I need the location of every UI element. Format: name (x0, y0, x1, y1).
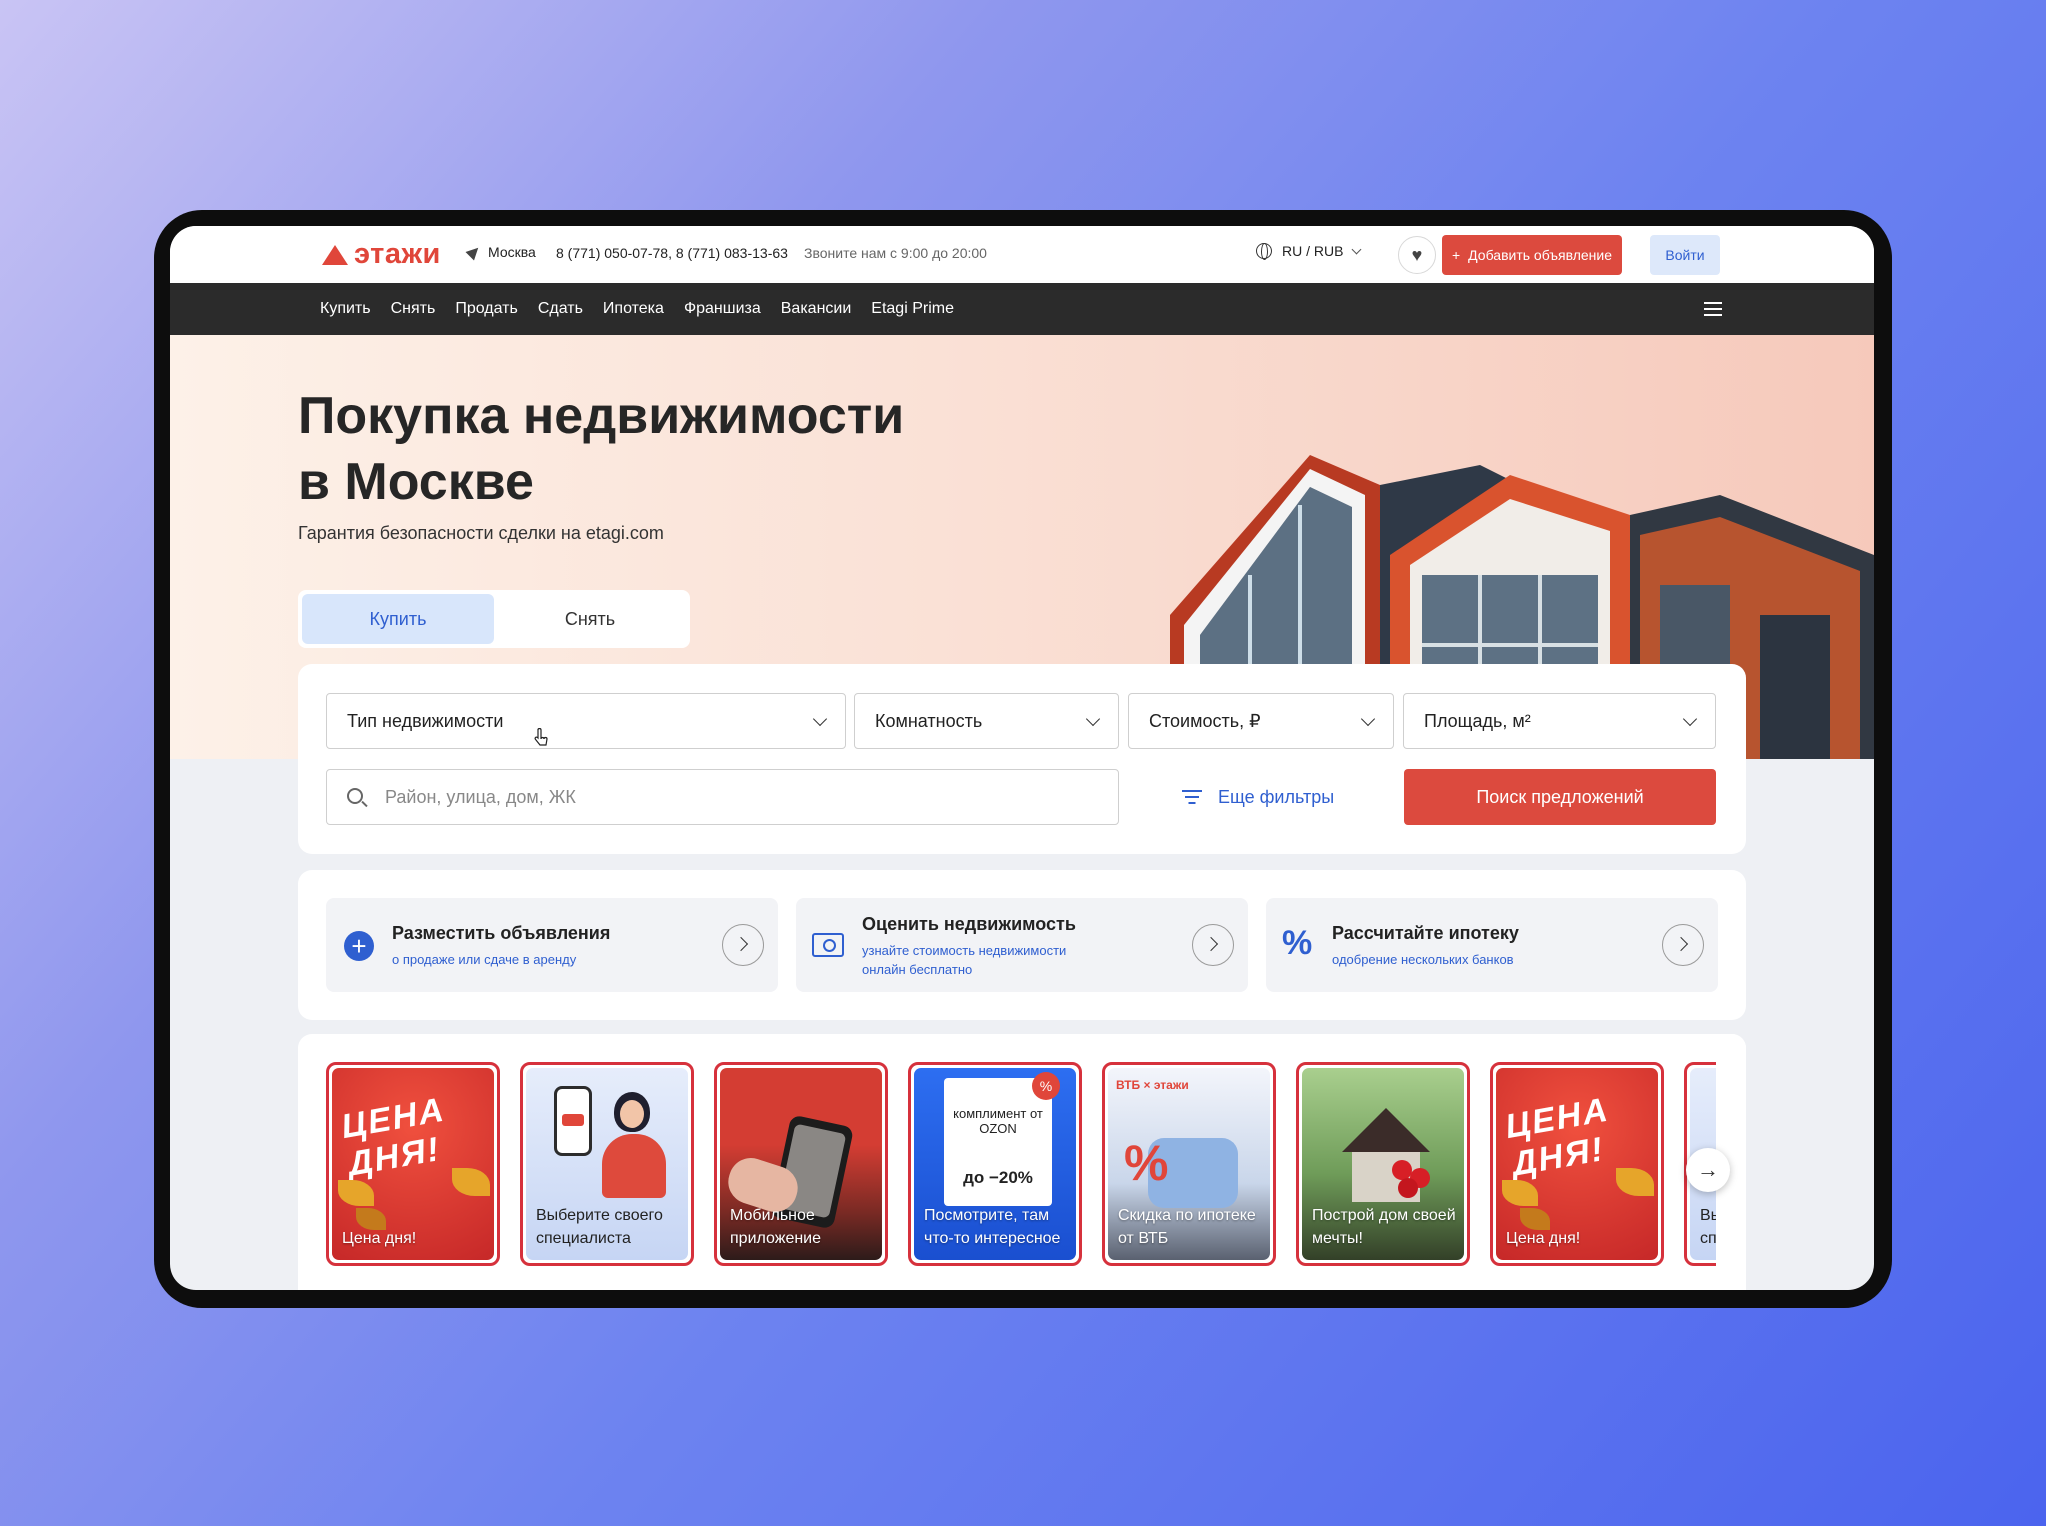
hand-cursor-icon (534, 728, 548, 746)
chevron-down-icon (1360, 711, 1376, 727)
percent-badge-icon: % (1032, 1072, 1060, 1100)
logo[interactable]: этажи (322, 236, 441, 272)
nav-item-sell[interactable]: Продать (455, 300, 518, 318)
search-icon (347, 788, 363, 804)
service-mortgage[interactable]: % Рассчитайте ипотеку одобрение нескольк… (1266, 898, 1718, 992)
nav-item-buy[interactable]: Купить (320, 300, 371, 318)
browser-screen: этажи Москва 8 (771) 050-07-78, 8 (771) … (170, 226, 1874, 1290)
story-caption: Мобильное приложение (730, 1207, 822, 1247)
top-bar: этажи Москва 8 (771) 050-07-78, 8 (771) … (170, 226, 1874, 283)
address-placeholder: Район, улица, дом, ЖК (385, 786, 576, 807)
language-currency-selector[interactable]: RU / RUB (1256, 243, 1362, 260)
page-subtitle: Гарантия безопасности сделки на etagi.co… (298, 523, 664, 543)
services-panel: + Разместить объявления о продаже или сд… (298, 870, 1746, 1020)
story-art-text: комплимент от OZON (953, 1106, 1043, 1136)
nav-item-lease[interactable]: Сдать (538, 300, 583, 318)
carousel-next-button[interactable] (1686, 1148, 1730, 1192)
chevron-right-icon[interactable] (1192, 924, 1234, 966)
search-submit-button[interactable]: Поиск предложений (1404, 769, 1716, 825)
story-caption: Посмотрите, там что-то интересное (924, 1207, 1061, 1247)
tab-buy[interactable]: Купить (302, 594, 494, 644)
chevron-down-icon (812, 711, 828, 727)
price-select[interactable]: Стоимость, ₽ (1128, 693, 1394, 749)
chevron-right-icon[interactable] (1662, 924, 1704, 966)
more-filters-button[interactable]: Еще фильтры (1182, 769, 1334, 825)
story-card[interactable]: комплимент от OZON до −20% % Посмотрите,… (908, 1062, 1082, 1266)
search-form: Тип недвижимости Комнатность Стоимость, … (298, 664, 1746, 854)
main-nav: Купить Снять Продать Сдать Ипотека Франш… (170, 283, 1874, 335)
story-caption: Построй дом своей мечты! (1312, 1207, 1456, 1247)
work-hours: Звоните нам с 9:00 до 20:00 (804, 245, 987, 261)
city-selector[interactable]: Москва (465, 243, 536, 261)
tab-rent[interactable]: Снять (494, 594, 686, 644)
story-card[interactable]: ВТБ × этажи % Скидка по ипотеке от ВТБ (1102, 1062, 1276, 1266)
language-label: RU / RUB (1282, 243, 1344, 259)
story-card[interactable]: ЦЕНА ДНЯ! Цена дня! (1490, 1062, 1664, 1266)
rooms-select[interactable]: Комнатность (854, 693, 1119, 749)
stories-carousel: ЦЕНА ДНЯ! Цена дня! Выберите своего спец… (298, 1034, 1746, 1290)
logo-text: этажи (354, 237, 441, 270)
logo-icon (322, 243, 348, 265)
story-card[interactable]: Построй дом своей мечты! (1296, 1062, 1470, 1266)
story-caption: Цена дня! (342, 1230, 417, 1247)
story-card[interactable]: Выберите своего специалиста (520, 1062, 694, 1266)
chevron-down-icon (1085, 711, 1101, 727)
menu-icon[interactable] (1704, 302, 1722, 316)
nav-item-rent[interactable]: Снять (391, 300, 436, 318)
filter-icon (1182, 790, 1202, 804)
property-type-select[interactable]: Тип недвижимости (326, 693, 846, 749)
nav-item-vacancies[interactable]: Вакансии (781, 300, 852, 318)
percent-icon: % (1282, 924, 1313, 962)
chevron-down-icon (1352, 244, 1362, 254)
favorites-button[interactable]: ♥ (1398, 236, 1436, 274)
plus-icon: + (1451, 247, 1461, 263)
story-card[interactable]: Мобильное приложение (714, 1062, 888, 1266)
plus-circle-icon: + (344, 931, 374, 961)
story-caption: Цена дня! (1506, 1230, 1581, 1247)
story-card[interactable]: ЦЕНА ДНЯ! Цена дня! (326, 1062, 500, 1266)
page-title: Покупка недвижимости в Москве (298, 387, 905, 511)
add-listing-label: Добавить объявление (1468, 247, 1613, 263)
add-listing-button[interactable]: + Добавить объявление (1442, 235, 1622, 275)
nav-item-prime[interactable]: Etagi Prime (871, 300, 954, 318)
city-label: Москва (488, 244, 536, 260)
story-art-discount: до −20% (963, 1168, 1033, 1187)
nav-item-mortgage[interactable]: Ипотека (603, 300, 664, 318)
chevron-down-icon (1682, 711, 1698, 727)
globe-icon (1256, 243, 1272, 260)
location-arrow-icon (465, 243, 483, 261)
more-filters-label: Еще фильтры (1218, 786, 1335, 807)
story-caption: Скидка по ипотеке от ВТБ (1118, 1207, 1256, 1247)
service-post-listing[interactable]: + Разместить объявления о продаже или сд… (326, 898, 778, 992)
chevron-right-icon[interactable] (722, 924, 764, 966)
area-select[interactable]: Площадь, м² (1403, 693, 1716, 749)
address-search-input[interactable]: Район, улица, дом, ЖК (326, 769, 1119, 825)
nav-item-franchise[interactable]: Франшиза (684, 300, 761, 318)
phone-numbers[interactable]: 8 (771) 050-07-78, 8 (771) 083-13-63 (556, 245, 788, 261)
service-evaluate[interactable]: Оценить недвижимость узнайте стоимость н… (796, 898, 1248, 992)
login-button[interactable]: Войти (1650, 235, 1720, 275)
story-caption: Выберите своего специалиста (536, 1207, 663, 1247)
money-icon (812, 933, 844, 957)
deal-type-tabs: Купить Снять (298, 590, 690, 648)
heart-icon: ♥ (1411, 244, 1423, 265)
story-art-text: ВТБ × этажи (1116, 1078, 1189, 1092)
